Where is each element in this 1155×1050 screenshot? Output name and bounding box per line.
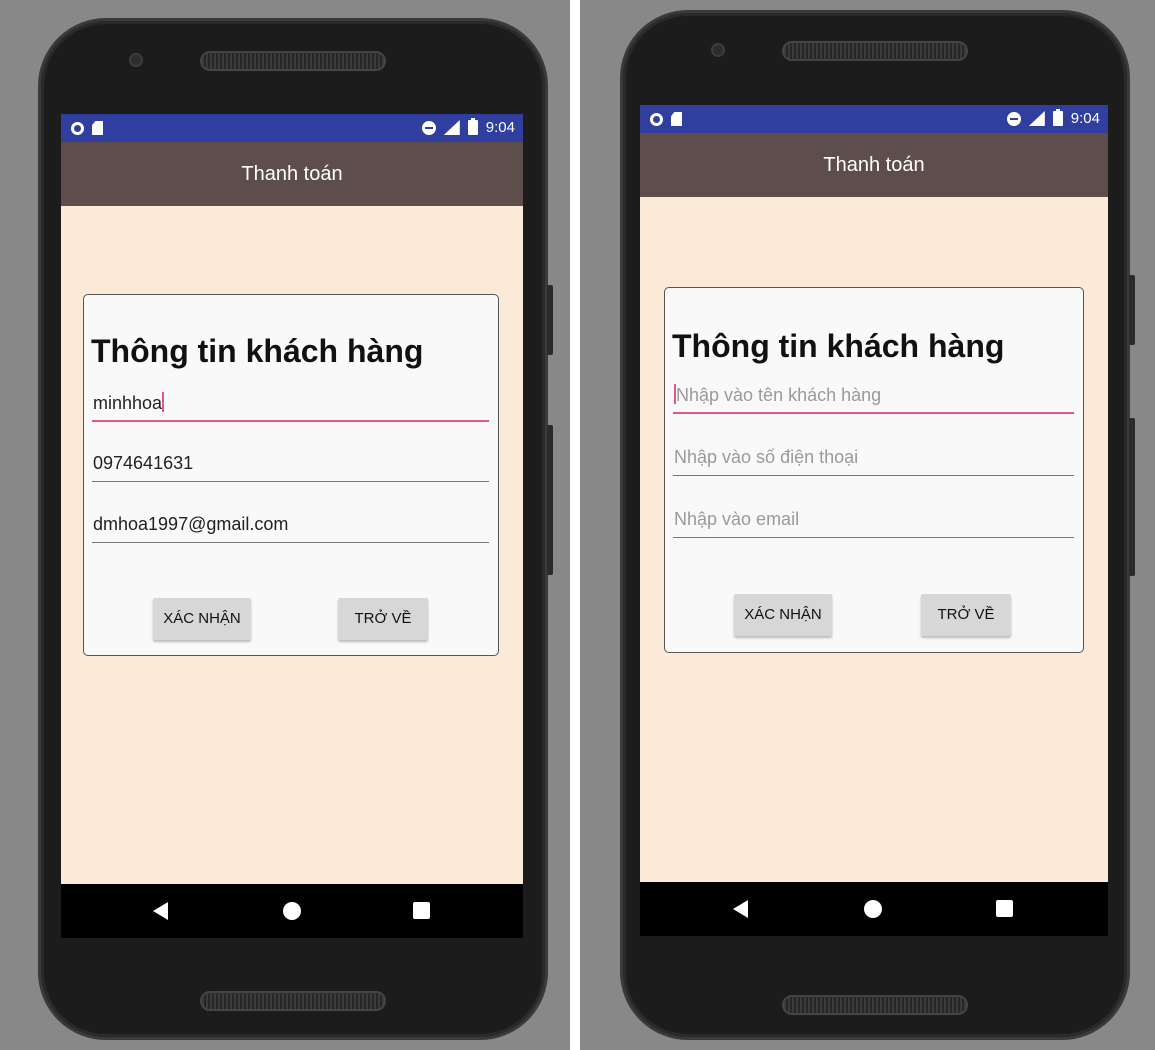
confirm-button[interactable]: XÁC NHẬN	[734, 594, 832, 636]
battery-charging-icon	[1052, 109, 1063, 126]
volume-button	[1129, 418, 1135, 576]
lte-signal-icon: LTE	[443, 120, 460, 135]
recents-square-icon[interactable]	[413, 902, 430, 919]
back-button[interactable]: TRỞ VỀ	[921, 594, 1011, 636]
front-camera	[129, 53, 143, 67]
top-speaker	[200, 51, 386, 71]
text-cursor	[162, 392, 165, 412]
home-circle-icon[interactable]	[283, 902, 301, 920]
lte-signal-icon: LTE	[1028, 111, 1045, 126]
record-icon	[71, 121, 84, 135]
record-icon	[650, 112, 663, 126]
app-bar-title: Thanh toán	[640, 133, 1108, 197]
status-time: 9:04	[485, 119, 515, 136]
screenshot-empty-form: LTE 9:04 Thanh toán Thông tin khách hàng…	[580, 0, 1155, 1050]
phone-screen: LTE 9:04 Thanh toán Thông tin khách hàng…	[640, 105, 1108, 936]
phone-field[interactable]: Nhập vào số điện thoại	[673, 442, 1074, 476]
confirm-button[interactable]: XÁC NHẬN	[153, 598, 251, 640]
back-triangle-icon[interactable]	[153, 902, 168, 920]
home-circle-icon[interactable]	[864, 900, 882, 918]
email-field[interactable]: dmhoa1997@gmail.com	[92, 509, 489, 543]
navigation-bar	[640, 882, 1108, 936]
status-bar: LTE 9:04	[61, 114, 523, 142]
status-time: 9:04	[1070, 110, 1100, 127]
navigation-bar	[61, 884, 523, 938]
do-not-disturb-icon	[1006, 111, 1021, 126]
screenshot-filled-form: LTE 9:04 Thanh toán Thông tin khách hàng…	[0, 0, 570, 1050]
top-speaker	[782, 41, 968, 61]
power-button	[547, 285, 553, 355]
form-title: Thông tin khách hàng	[91, 333, 424, 369]
back-button[interactable]: TRỞ VỀ	[338, 598, 428, 640]
status-bar: LTE 9:04	[640, 105, 1108, 133]
customer-form-card: Thông tin khách hàng Nhập vào tên khách …	[664, 287, 1084, 653]
bottom-speaker	[782, 995, 968, 1015]
email-field[interactable]: Nhập vào email	[673, 504, 1074, 538]
sd-card-icon	[92, 121, 103, 135]
battery-charging-icon	[467, 118, 478, 135]
volume-button	[547, 425, 553, 575]
front-camera	[711, 43, 725, 57]
name-field[interactable]: minhhoa	[92, 388, 489, 422]
customer-form-card: Thông tin khách hàng minhhoa 0974641631 …	[83, 294, 499, 656]
phone-field[interactable]: 0974641631	[92, 448, 489, 482]
app-bar-title: Thanh toán	[61, 142, 523, 206]
bottom-speaker	[200, 991, 386, 1011]
phone-screen: LTE 9:04 Thanh toán Thông tin khách hàng…	[61, 114, 523, 938]
power-button	[1129, 275, 1135, 345]
form-title: Thông tin khách hàng	[672, 328, 1005, 364]
back-triangle-icon[interactable]	[733, 900, 748, 918]
recents-square-icon[interactable]	[996, 900, 1013, 917]
name-field[interactable]: Nhập vào tên khách hàng	[673, 380, 1074, 414]
do-not-disturb-icon	[421, 120, 436, 135]
sd-card-icon	[671, 112, 682, 126]
